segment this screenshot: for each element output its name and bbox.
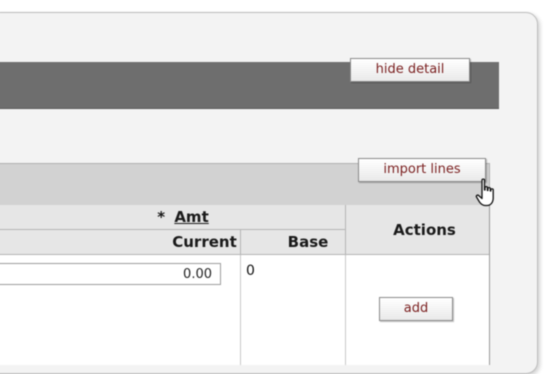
add-button[interactable]: add <box>379 297 453 321</box>
amt-sort-link[interactable]: Amt <box>174 208 208 226</box>
current-amount-input[interactable] <box>0 263 221 285</box>
base-column-header: Base <box>241 230 346 255</box>
actions-column-header: Actions <box>346 205 489 255</box>
import-lines-button[interactable]: import lines <box>358 158 486 182</box>
current-column-header: Current <box>0 230 241 255</box>
lines-table: * Amt Current Base Actions 0 add <box>0 205 490 365</box>
amt-column-header: * Amt <box>0 205 346 230</box>
hand-cursor-icon <box>475 178 494 207</box>
required-marker: * <box>157 208 166 226</box>
base-amount-value: 0 <box>246 263 255 279</box>
hide-detail-button[interactable]: hide detail <box>350 58 470 82</box>
